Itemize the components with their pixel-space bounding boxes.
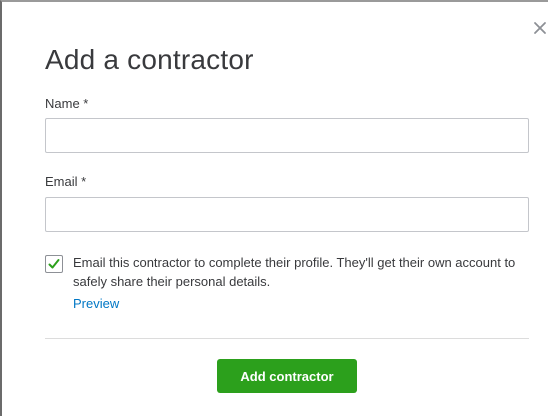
add-contractor-button[interactable]: Add contractor bbox=[217, 359, 357, 393]
name-input[interactable] bbox=[45, 118, 529, 153]
dialog-title: Add a contractor bbox=[45, 44, 254, 75]
email-label: Email * bbox=[45, 174, 87, 189]
preview-link[interactable]: Preview bbox=[73, 295, 119, 313]
invite-checkbox[interactable] bbox=[45, 255, 63, 273]
divider bbox=[45, 338, 529, 339]
invite-checkbox-label: Email this contractor to complete their … bbox=[73, 255, 516, 289]
email-input[interactable] bbox=[45, 197, 529, 232]
name-label: Name * bbox=[45, 96, 89, 111]
checkmark-icon bbox=[48, 259, 60, 269]
add-contractor-dialog: Add a contractor Name * Email * Email th… bbox=[0, 0, 548, 416]
close-icon[interactable] bbox=[532, 20, 548, 36]
